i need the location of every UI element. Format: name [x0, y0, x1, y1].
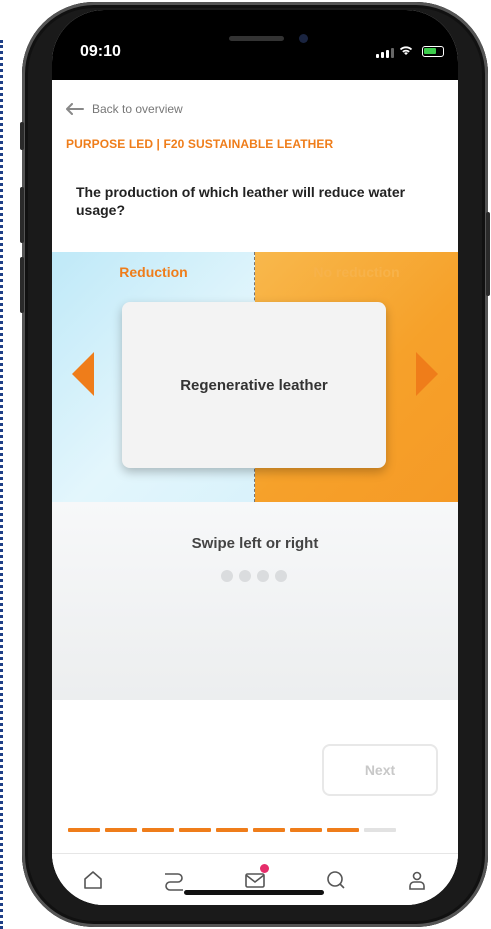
status-bar: 09:10	[52, 10, 458, 80]
home-icon	[83, 871, 102, 889]
signal-icon	[376, 48, 394, 58]
progress-segment	[179, 828, 211, 832]
pager-dot	[257, 570, 269, 582]
quiz-progress-bar	[68, 828, 396, 832]
pager-dot	[239, 570, 251, 582]
back-to-overview-link[interactable]: Back to overview	[66, 102, 183, 116]
notification-badge	[259, 864, 269, 873]
search-icon	[327, 871, 345, 889]
path-icon	[164, 873, 183, 891]
tab-profile[interactable]	[397, 860, 437, 900]
profile-icon	[409, 871, 426, 890]
answer-card[interactable]: Regenerative leather	[122, 302, 386, 468]
progress-segment	[364, 828, 396, 832]
front-camera	[299, 34, 308, 43]
progress-segment	[327, 828, 359, 832]
home-indicator	[184, 890, 324, 895]
battery-icon	[422, 46, 444, 57]
progress-segment	[216, 828, 248, 832]
module-kicker: PURPOSE LED | F20 SUSTAINABLE LEATHER	[66, 137, 334, 151]
bottom-tab-bar	[52, 853, 458, 905]
volume-up-button	[20, 187, 24, 243]
arrow-left-icon	[66, 103, 84, 115]
speaker-grille	[229, 36, 284, 41]
dotted-border-left	[0, 40, 3, 929]
card-pager	[221, 570, 287, 582]
next-button-label: Next	[364, 762, 396, 778]
next-button[interactable]: Next	[322, 744, 438, 796]
quiz-screen: Back to overview PURPOSE LED | F20 SUSTA…	[52, 80, 458, 905]
question-text: The production of which leather will red…	[76, 184, 406, 218]
pager-dot	[275, 570, 287, 582]
swipe-right-arrow-icon[interactable]	[416, 352, 438, 396]
progress-segment	[68, 828, 100, 832]
no-reduction-label: No reduction	[313, 264, 400, 280]
progress-segment	[290, 828, 322, 832]
power-button	[486, 212, 490, 296]
swipe-zone[interactable]: Reduction No reduction Regenerative leat…	[52, 252, 458, 502]
back-label: Back to overview	[92, 102, 183, 116]
wifi-icon	[399, 46, 413, 55]
phone-screen: 09:10 Back to overview PURPOSE LED | F20…	[52, 10, 458, 905]
progress-segment	[105, 828, 137, 832]
mute-switch	[20, 122, 24, 150]
pager-dot	[221, 570, 233, 582]
swipe-hint: Swipe left or right	[191, 535, 319, 552]
progress-segment	[142, 828, 174, 832]
swipe-left-arrow-icon[interactable]	[72, 352, 94, 396]
progress-segment	[253, 828, 285, 832]
status-time: 09:10	[80, 43, 121, 60]
volume-down-button	[20, 257, 24, 313]
tab-home[interactable]	[73, 860, 113, 900]
instruction-area: Swipe left or right	[52, 502, 458, 700]
reduction-label: Reduction	[119, 264, 188, 280]
answer-card-text: Regenerative leather	[180, 376, 328, 394]
